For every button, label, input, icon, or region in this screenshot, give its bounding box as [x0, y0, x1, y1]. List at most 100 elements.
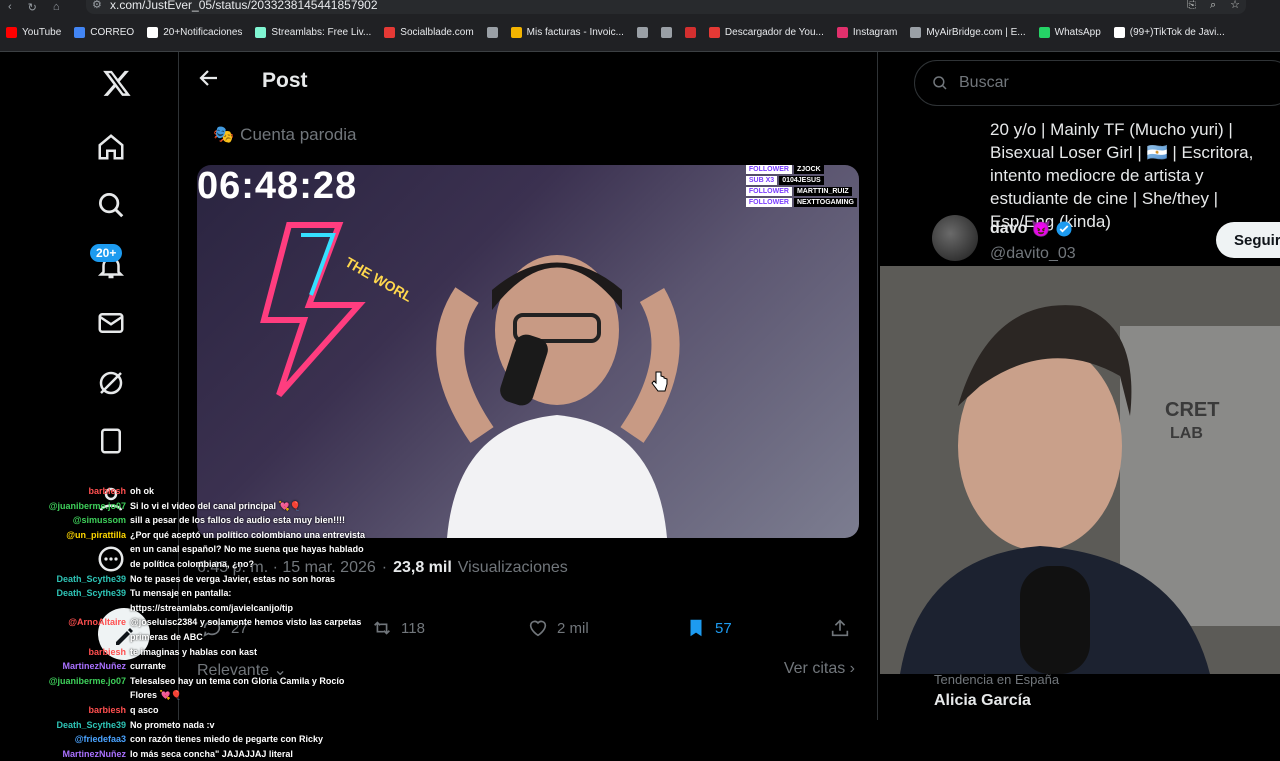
home-nav-icon[interactable] — [92, 128, 130, 166]
mask-icon: 🎭 — [213, 125, 235, 144]
chat-text: te imaginas y hablas con kast — [130, 646, 258, 657]
x-page: 20+ Post 🎭 Cuenta parodia THE WORLD 06:4… — [0, 52, 1280, 759]
chat-text: Si lo vi el video del canal principal 💘🎈 — [130, 500, 301, 511]
chat-username: @simussom — [72, 515, 126, 526]
chat-text: q asco — [130, 704, 159, 715]
bookmark-item[interactable]: MyAirBridge.com | E... — [910, 27, 1026, 38]
bookmark-label: Socialblade.com — [400, 27, 474, 38]
neon-sign-decoration: THE WORLD — [260, 222, 409, 397]
bookmark-button[interactable]: 57 — [685, 617, 732, 639]
follow-button[interactable]: Seguir — [1216, 222, 1280, 258]
user-handle: @davito_03 — [990, 245, 1076, 262]
chat-username: @friedefaa3 — [74, 734, 126, 745]
bookmark-label: Mis facturas - Invoic... — [526, 27, 624, 38]
chat-text: currante — [130, 661, 167, 672]
avatar[interactable] — [932, 215, 978, 261]
chat-username: @juaniberme.jo07 — [48, 675, 126, 686]
bookmark-item[interactable] — [684, 27, 696, 38]
favicon-icon — [910, 27, 922, 38]
explore-search-icon[interactable] — [92, 186, 130, 224]
heart-icon — [529, 620, 547, 637]
like-button[interactable]: 2 mil — [527, 617, 589, 639]
alert-kind: FOLLOWER — [745, 165, 792, 174]
trend-context: Tendencia en España — [934, 672, 1060, 687]
reload-icon[interactable]: ↻ — [28, 1, 37, 14]
share-icon — [831, 619, 849, 637]
stream-alert-row: FOLLOWER NEXTTOGAMING — [745, 198, 857, 207]
stream-alert-row: FOLLOWER ZJOCK — [745, 165, 857, 174]
bookmark-label: WhatsApp — [1054, 27, 1101, 38]
address-bar-actions: ⎘ ⌕ ☆ — [1187, 0, 1240, 11]
bookmark-item[interactable] — [660, 27, 672, 38]
bookmark-item[interactable] — [486, 27, 498, 38]
svg-text:LAB: LAB — [1170, 425, 1203, 442]
bookmark-item[interactable] — [636, 27, 648, 38]
repost-count: 118 — [401, 619, 425, 637]
chat-username: barbiesh — [88, 486, 126, 496]
embedded-video[interactable]: THE WORLD 06:48:28 FOLLOWER ZJOCK SUB X3 01… — [197, 165, 859, 538]
bookmark-item[interactable]: Descargador de You... — [708, 27, 824, 38]
parody-text: Cuenta parodia — [240, 125, 357, 144]
install-icon[interactable]: ⎘ — [1187, 0, 1196, 11]
zoom-icon[interactable]: ⌕ — [1210, 0, 1216, 11]
bookmark-item[interactable]: Instagram — [836, 27, 898, 38]
view-quotes-link[interactable]: Ver citas › — [784, 660, 855, 678]
bookmark-item[interactable]: 20+Notificaciones — [147, 27, 242, 38]
search-input[interactable]: Buscar — [914, 60, 1280, 106]
page-title: Post — [262, 69, 308, 92]
stream-alert-row: SUB X3 0104JESUS — [745, 176, 857, 185]
favicon-icon — [486, 27, 498, 38]
address-bar[interactable]: ⚙ x.com/JustEver_05/status/2033238145441… — [86, 0, 1246, 14]
favicon-icon — [684, 27, 696, 38]
favicon-icon — [636, 27, 648, 38]
bookmark-item[interactable]: Socialblade.com — [384, 27, 474, 38]
views-label: Visualizaciones — [457, 559, 568, 576]
bookmark-item[interactable]: WhatsApp — [1038, 27, 1101, 38]
bookmark-label: Instagram — [852, 27, 898, 38]
share-button[interactable] — [829, 617, 851, 639]
bookmark-item[interactable]: CORREO — [74, 27, 134, 38]
chat-username: Death_Scythe39 — [56, 573, 126, 584]
stream-timer: 06:48:28 — [197, 165, 358, 207]
favicon-icon — [1113, 27, 1125, 38]
bookmark-item[interactable]: Mis facturas - Invoic... — [510, 27, 624, 38]
back-arrow-icon[interactable] — [197, 66, 221, 90]
chat-text: oh ok — [130, 486, 154, 496]
home-icon[interactable]: ⌂ — [53, 1, 60, 14]
chat-message: barbiesh oh ok — [0, 484, 380, 499]
chat-username: Death_Scythe39 — [56, 588, 126, 599]
messages-envelope-icon[interactable] — [92, 304, 130, 342]
webcam-overlay: CRET LAB — [880, 266, 1280, 674]
who-to-follow-item[interactable]: davo 😈 @davito_03 Seguir — [932, 215, 1280, 267]
chat-message: barbiesh q asco — [0, 703, 380, 718]
bookmark-star-icon[interactable]: ☆ — [1230, 0, 1240, 11]
chat-text: ¿Por qué aceptó un político colombiano u… — [130, 529, 366, 569]
site-info-icon[interactable]: ⚙ — [92, 0, 102, 11]
chat-message: @un_pirattilla ¿Por qué aceptó un polític… — [0, 528, 380, 572]
bookmark-label: 20+Notificaciones — [163, 27, 243, 38]
chat-username: MartinezNuñez — [62, 661, 126, 672]
lists-icon[interactable] — [92, 422, 130, 460]
chat-message: Death_Scythe39 Tu mensaje en pantalla: ht… — [0, 586, 380, 615]
back-icon[interactable]: ‹ — [8, 1, 12, 14]
notifications-badge: 20+ — [90, 244, 123, 262]
grok-slash-icon[interactable] — [92, 364, 130, 402]
favicon-icon — [836, 27, 848, 38]
bookmark-item[interactable]: (99+)TikTok de Javi... — [1113, 27, 1225, 38]
chat-username: barbiesh — [88, 704, 126, 715]
chat-message: MartinezNuñez currante — [0, 659, 380, 674]
chat-text: Tu mensaje en pantalla: https://streamla… — [130, 588, 294, 613]
bookmark-item[interactable]: Streamlabs: Free Liv... — [255, 27, 371, 38]
chat-text: con razón tienes miedo de pegarte con Ri… — [130, 734, 324, 745]
favicon-icon — [510, 27, 522, 38]
trend-name[interactable]: Alicia García — [934, 692, 1031, 710]
stream-alert-row: FOLLOWER MARTTIN_RUIZ — [745, 187, 857, 196]
bookmark-item[interactable]: YouTube — [6, 27, 61, 38]
chat-username: barbiesh — [88, 646, 126, 657]
bookmark-label: (99+)TikTok de Javi... — [1129, 27, 1225, 38]
chevron-right-icon: › — [849, 660, 855, 677]
x-logo-icon[interactable] — [98, 64, 136, 102]
user-name: davo — [990, 220, 1028, 237]
chat-message: @juaniberme.jo07 Si lo vi el video del ca… — [0, 499, 380, 514]
favicon-icon — [660, 27, 672, 38]
